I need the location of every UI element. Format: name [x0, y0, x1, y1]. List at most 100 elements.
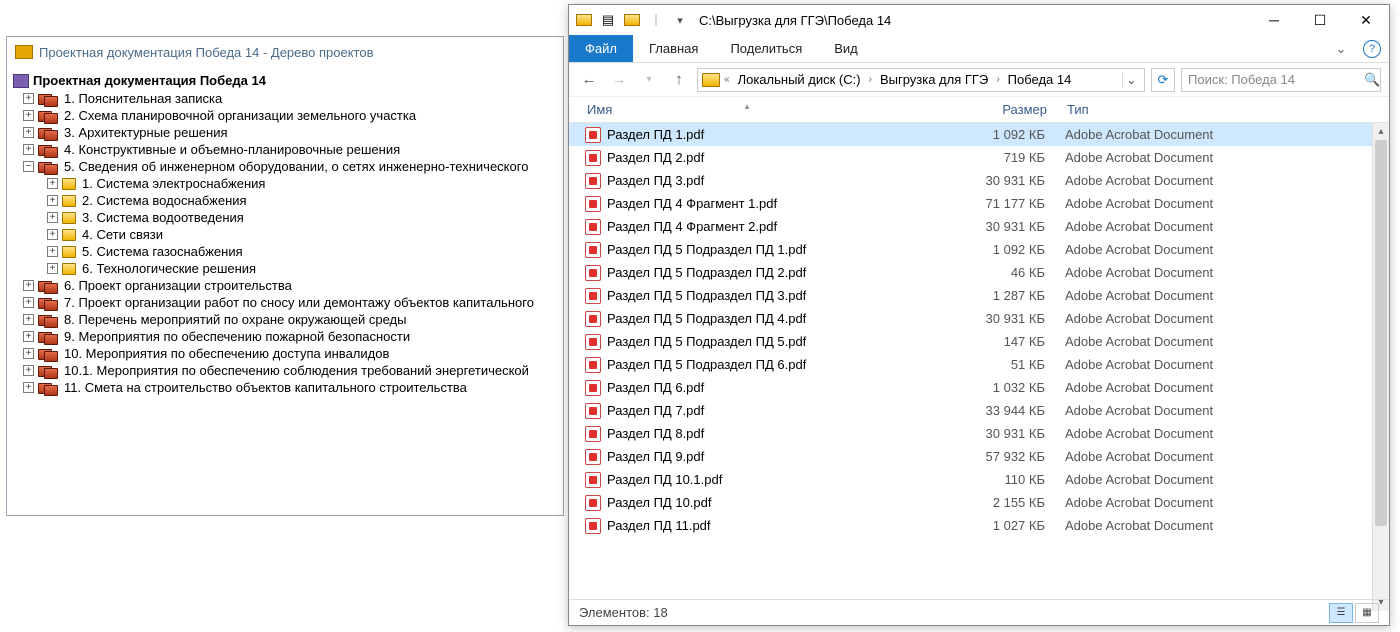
qat-dropdown-icon[interactable]: ▾	[671, 11, 689, 29]
file-row[interactable]: Раздел ПД 5 Подраздел ПД 1.pdf1 092 КБAd…	[569, 238, 1389, 261]
expand-toggle[interactable]: +	[47, 212, 58, 223]
expand-toggle[interactable]: +	[23, 314, 34, 325]
tree-node[interactable]: +4. Сети связи	[13, 226, 563, 243]
file-row[interactable]: Раздел ПД 10.pdf2 155 КБAdobe Acrobat Do…	[569, 491, 1389, 514]
search-box[interactable]: 🔍	[1181, 68, 1381, 92]
file-row[interactable]: Раздел ПД 1.pdf1 092 КБAdobe Acrobat Doc…	[569, 123, 1389, 146]
breadcrumb-seg-2[interactable]: Победа 14	[1004, 72, 1076, 87]
tree-node[interactable]: +11. Смета на строительство объектов кап…	[13, 379, 563, 396]
maximize-button[interactable]: ☐	[1297, 5, 1343, 35]
tree-node[interactable]: +8. Перечень мероприятий по охране окруж…	[13, 311, 563, 328]
file-row[interactable]: Раздел ПД 10.1.pdf110 КБAdobe Acrobat Do…	[569, 468, 1389, 491]
tree-node[interactable]: +2. Система водоснабжения	[13, 192, 563, 209]
file-type: Adobe Acrobat Document	[1065, 242, 1389, 257]
tree-root[interactable]: Проектная документация Победа 14	[13, 71, 563, 90]
breadcrumb-seg-0[interactable]: Локальный диск (C:)	[734, 72, 865, 87]
tree-node-label: 1. Система электроснабжения	[82, 176, 265, 191]
refresh-button[interactable]: ⟳	[1151, 68, 1175, 92]
expand-toggle[interactable]: +	[47, 178, 58, 189]
ribbon-file-tab[interactable]: Файл	[569, 35, 633, 62]
file-row[interactable]: Раздел ПД 5 Подраздел ПД 2.pdf46 КБAdobe…	[569, 261, 1389, 284]
file-row[interactable]: Раздел ПД 4 Фрагмент 1.pdf71 177 КБAdobe…	[569, 192, 1389, 215]
scroll-thumb[interactable]	[1375, 140, 1387, 526]
expand-toggle[interactable]: +	[23, 365, 34, 376]
tree-node[interactable]: +10. Мероприятия по обеспечению доступа …	[13, 345, 563, 362]
tree-node[interactable]: +4. Конструктивные и объемно-планировочн…	[13, 141, 563, 158]
expand-toggle[interactable]: +	[23, 127, 34, 138]
tree-node[interactable]: +10.1. Мероприятия по обеспечению соблюд…	[13, 362, 563, 379]
qat-folder-icon[interactable]	[623, 11, 641, 29]
ribbon-tab-home[interactable]: Главная	[633, 35, 714, 62]
expand-toggle[interactable]: +	[47, 263, 58, 274]
drive-icon	[702, 73, 720, 87]
expand-toggle[interactable]: +	[47, 246, 58, 257]
ribbon-tab-share[interactable]: Поделиться	[714, 35, 818, 62]
view-icons-button[interactable]: ▦	[1355, 603, 1379, 623]
tree-node[interactable]: +1. Пояснительная записка	[13, 90, 563, 107]
file-row[interactable]: Раздел ПД 5 Подраздел ПД 4.pdf30 931 КБA…	[569, 307, 1389, 330]
chevron-left-icon[interactable]: «	[722, 74, 732, 85]
expand-toggle[interactable]: +	[23, 297, 34, 308]
tree-node[interactable]: +7. Проект организации работ по сносу ил…	[13, 294, 563, 311]
tree-node-label: 6. Проект организации строительства	[64, 278, 292, 293]
expand-toggle[interactable]: +	[47, 195, 58, 206]
tree-node[interactable]: +6. Проект организации строительства	[13, 277, 563, 294]
file-size: 30 931 КБ	[905, 219, 1065, 234]
scroll-up-icon[interactable]: ▴	[1373, 123, 1389, 140]
help-button[interactable]: ?	[1363, 40, 1381, 58]
nav-forward-button: →	[607, 68, 631, 92]
tree-node[interactable]: −5. Сведения об инженерном оборудовании,…	[13, 158, 563, 175]
tree-node[interactable]: +9. Мероприятия по обеспечению пожарной …	[13, 328, 563, 345]
address-bar[interactable]: « Локальный диск (C:) › Выгрузка для ГГЭ…	[697, 68, 1145, 92]
file-row[interactable]: Раздел ПД 3.pdf30 931 КБAdobe Acrobat Do…	[569, 169, 1389, 192]
nav-up-button[interactable]: ↑	[667, 68, 691, 92]
file-row[interactable]: Раздел ПД 11.pdf1 027 КБAdobe Acrobat Do…	[569, 514, 1389, 537]
vertical-scrollbar[interactable]: ▴ ▾	[1372, 123, 1389, 611]
file-row[interactable]: Раздел ПД 9.pdf57 932 КБAdobe Acrobat Do…	[569, 445, 1389, 468]
explorer-titlebar: ▤ ｜ ▾ C:\Выгрузка для ГГЭ\Победа 14 ─ ☐ …	[569, 5, 1389, 35]
breadcrumb-seg-1[interactable]: Выгрузка для ГГЭ	[876, 72, 992, 87]
tree-node[interactable]: +6. Технологические решения	[13, 260, 563, 277]
tree-node[interactable]: +1. Система электроснабжения	[13, 175, 563, 192]
file-row[interactable]: Раздел ПД 7.pdf33 944 КБAdobe Acrobat Do…	[569, 399, 1389, 422]
column-name[interactable]: Имя ▴	[587, 102, 907, 117]
file-row[interactable]: Раздел ПД 6.pdf1 032 КБAdobe Acrobat Doc…	[569, 376, 1389, 399]
file-type: Adobe Acrobat Document	[1065, 403, 1389, 418]
expand-toggle[interactable]: +	[47, 229, 58, 240]
expand-toggle[interactable]: +	[23, 110, 34, 121]
minimize-button[interactable]: ─	[1251, 5, 1297, 35]
folder-icon	[62, 212, 76, 224]
nav-back-button[interactable]: ←	[577, 68, 601, 92]
tree-node[interactable]: +3. Архитектурные решения	[13, 124, 563, 141]
expand-toggle[interactable]: +	[23, 144, 34, 155]
file-row[interactable]: Раздел ПД 4 Фрагмент 2.pdf30 931 КБAdobe…	[569, 215, 1389, 238]
expand-toggle[interactable]: +	[23, 382, 34, 393]
ribbon-tab-view[interactable]: Вид	[818, 35, 874, 62]
file-row[interactable]: Раздел ПД 5 Подраздел ПД 6.pdf51 КБAdobe…	[569, 353, 1389, 376]
qat-properties-icon[interactable]: ▤	[599, 11, 617, 29]
tree-node-label: 7. Проект организации работ по сносу или…	[64, 295, 534, 310]
expand-toggle[interactable]: +	[23, 331, 34, 342]
file-row[interactable]: Раздел ПД 8.pdf30 931 КБAdobe Acrobat Do…	[569, 422, 1389, 445]
column-size[interactable]: Размер	[907, 102, 1067, 117]
view-details-button[interactable]: ☰	[1329, 603, 1353, 623]
expand-toggle[interactable]: −	[23, 161, 34, 172]
column-type[interactable]: Тип	[1067, 102, 1389, 117]
ribbon-expand-icon[interactable]: ⌄	[1327, 35, 1355, 62]
search-icon[interactable]: 🔍	[1364, 72, 1380, 88]
tree-node[interactable]: +5. Система газоснабжения	[13, 243, 563, 260]
folder-icon	[62, 178, 76, 190]
search-input[interactable]	[1188, 72, 1364, 87]
file-row[interactable]: Раздел ПД 5 Подраздел ПД 5.pdf147 КБAdob…	[569, 330, 1389, 353]
address-dropdown-icon[interactable]: ⌄	[1122, 72, 1140, 88]
file-row[interactable]: Раздел ПД 2.pdf719 КБAdobe Acrobat Docum…	[569, 146, 1389, 169]
file-row[interactable]: Раздел ПД 5 Подраздел ПД 3.pdf1 287 КБAd…	[569, 284, 1389, 307]
expand-toggle[interactable]: +	[23, 93, 34, 104]
close-button[interactable]: ✕	[1343, 5, 1389, 35]
expand-toggle[interactable]: +	[23, 280, 34, 291]
nav-history-dropdown[interactable]: ▾	[637, 68, 661, 92]
expand-toggle[interactable]: +	[23, 348, 34, 359]
file-size: 46 КБ	[905, 265, 1065, 280]
tree-node[interactable]: +2. Схема планировочной организации земе…	[13, 107, 563, 124]
tree-node[interactable]: +3. Система водоотведения	[13, 209, 563, 226]
